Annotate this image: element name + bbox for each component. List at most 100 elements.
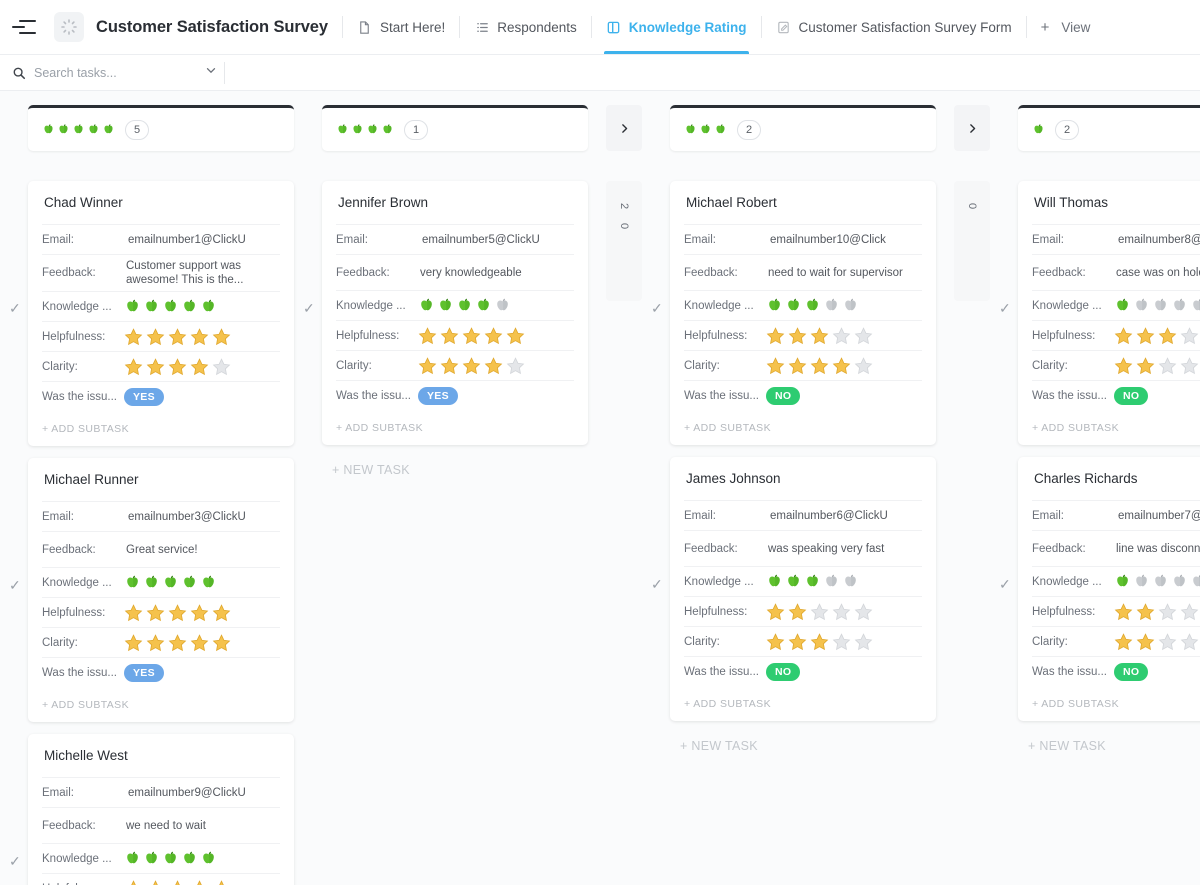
knowledge-rating[interactable] — [762, 573, 859, 590]
helpfulness-rating[interactable] — [120, 603, 232, 623]
task-complete-checkmark[interactable]: ✓ — [9, 301, 21, 315]
add-subtask-button[interactable]: + ADD SUBTASK — [42, 411, 280, 446]
add-subtask-button[interactable]: + ADD SUBTASK — [1032, 410, 1200, 445]
task-complete-checkmark[interactable]: ✓ — [9, 578, 21, 592]
knowledge-rating[interactable] — [762, 297, 859, 314]
new-task-button[interactable]: + NEW TASK — [1018, 733, 1200, 753]
task-complete-checkmark[interactable]: ✓ — [303, 301, 315, 315]
column-header[interactable]: 2 — [670, 105, 936, 151]
tab-respondents[interactable]: Respondents — [460, 0, 591, 54]
card-row-email[interactable]: Email:emailnumber3@ClickU — [42, 501, 280, 531]
card-row-issue-resolved[interactable]: Was the issu...YES — [336, 380, 574, 410]
task-card[interactable]: James JohnsonEmail:emailnumber6@ClickUFe… — [670, 457, 936, 721]
card-row-feedback[interactable]: Feedback:very knowledgeable — [336, 254, 574, 290]
card-row-email[interactable]: Email:emailnumber7@ClickU — [1032, 500, 1200, 530]
helpfulness-rating[interactable] — [120, 327, 232, 347]
card-row-issue-resolved[interactable]: Was the issu...NO — [1032, 656, 1200, 686]
card-row-email[interactable]: Email:emailnumber10@Click — [684, 224, 922, 254]
task-complete-checkmark[interactable]: ✓ — [651, 301, 663, 315]
task-complete-checkmark[interactable]: ✓ — [999, 301, 1011, 315]
knowledge-rating[interactable] — [120, 574, 217, 591]
card-row-helpfulness[interactable]: Helpfulness: — [42, 597, 280, 627]
knowledge-rating[interactable] — [1110, 573, 1200, 590]
clarity-rating[interactable] — [120, 633, 232, 653]
new-task-button[interactable]: + NEW TASK — [322, 457, 588, 477]
status-badge[interactable]: YES — [124, 664, 164, 682]
expand-column-button[interactable] — [606, 105, 642, 151]
card-row-issue-resolved[interactable]: Was the issu...NO — [684, 380, 922, 410]
task-complete-checkmark[interactable]: ✓ — [999, 577, 1011, 591]
task-card[interactable]: Michael RunnerEmail:emailnumber3@ClickUF… — [28, 458, 294, 722]
knowledge-rating[interactable] — [120, 850, 217, 867]
card-row-feedback[interactable]: Feedback:case was on hold — [1032, 254, 1200, 290]
status-badge[interactable]: YES — [124, 388, 164, 406]
add-subtask-button[interactable]: + ADD SUBTASK — [42, 687, 280, 722]
add-view-button[interactable]: + View — [1027, 0, 1105, 54]
collapsed-column-body[interactable]: 0 — [954, 181, 990, 301]
expand-column-button[interactable] — [954, 105, 990, 151]
card-row-feedback[interactable]: Feedback:we need to wait — [42, 807, 280, 843]
card-row-feedback[interactable]: Feedback:Great service! — [42, 531, 280, 567]
card-row-feedback[interactable]: Feedback:need to wait for supervisor — [684, 254, 922, 290]
card-row-knowledge[interactable]: Knowledge ... — [42, 567, 280, 597]
status-badge[interactable]: NO — [1114, 663, 1148, 681]
helpfulness-rating[interactable] — [414, 326, 526, 346]
card-row-email[interactable]: Email:emailnumber5@ClickU — [336, 224, 574, 254]
card-row-clarity[interactable]: Clarity: — [42, 351, 280, 381]
card-row-helpfulness[interactable]: Helpfulness: — [684, 320, 922, 350]
card-row-knowledge[interactable]: Knowledge ... — [1032, 566, 1200, 596]
helpfulness-rating[interactable] — [1110, 602, 1200, 622]
card-row-knowledge[interactable]: Knowledge ... — [42, 291, 280, 321]
task-card[interactable]: Charles RichardsEmail:emailnumber7@Click… — [1018, 457, 1200, 721]
task-card[interactable]: Will ThomasEmail:emailnumber8@ClickUFeed… — [1018, 181, 1200, 445]
status-badge[interactable]: NO — [1114, 387, 1148, 405]
clarity-rating[interactable] — [1110, 632, 1200, 652]
clarity-rating[interactable] — [762, 356, 874, 376]
card-row-helpfulness[interactable]: Helpfulness: — [42, 873, 280, 885]
clarity-rating[interactable] — [414, 356, 526, 376]
task-complete-checkmark[interactable]: ✓ — [9, 854, 21, 868]
clarity-rating[interactable] — [120, 357, 232, 377]
add-subtask-button[interactable]: + ADD SUBTASK — [684, 410, 922, 445]
tab-knowledge-rating[interactable]: Knowledge Rating — [592, 0, 761, 54]
card-row-helpfulness[interactable]: Helpfulness: — [42, 321, 280, 351]
hamburger-menu-icon[interactable] — [10, 10, 44, 44]
card-row-issue-resolved[interactable]: Was the issu...YES — [42, 381, 280, 411]
card-row-helpfulness[interactable]: Helpfulness: — [336, 320, 574, 350]
card-row-knowledge[interactable]: Knowledge ... — [1032, 290, 1200, 320]
knowledge-rating[interactable] — [414, 297, 511, 314]
card-row-clarity[interactable]: Clarity: — [684, 626, 922, 656]
card-row-email[interactable]: Email:emailnumber9@ClickU — [42, 777, 280, 807]
column-header[interactable]: 2 — [1018, 105, 1200, 151]
card-row-knowledge[interactable]: Knowledge ... — [336, 290, 574, 320]
card-row-issue-resolved[interactable]: Was the issu...NO — [1032, 380, 1200, 410]
clarity-rating[interactable] — [1110, 356, 1200, 376]
card-row-feedback[interactable]: Feedback:Customer support was awesome! T… — [42, 254, 280, 291]
clarity-rating[interactable] — [762, 632, 874, 652]
helpfulness-rating[interactable] — [120, 879, 232, 886]
card-row-knowledge[interactable]: Knowledge ... — [684, 290, 922, 320]
card-row-issue-resolved[interactable]: Was the issu...NO — [684, 656, 922, 686]
card-row-knowledge[interactable]: Knowledge ... — [684, 566, 922, 596]
task-card[interactable]: Jennifer BrownEmail:emailnumber5@ClickUF… — [322, 181, 588, 445]
helpfulness-rating[interactable] — [762, 602, 874, 622]
tab-start-here[interactable]: Start Here! — [343, 0, 459, 54]
new-task-button[interactable]: + NEW TASK — [670, 733, 936, 753]
collapsed-column-body[interactable]: 20 — [606, 181, 642, 301]
add-subtask-button[interactable]: + ADD SUBTASK — [336, 410, 574, 445]
search-box[interactable] — [12, 55, 224, 90]
card-row-helpfulness[interactable]: Helpfulness: — [684, 596, 922, 626]
task-card[interactable]: Chad WinnerEmail:emailnumber1@ClickUFeed… — [28, 181, 294, 446]
knowledge-rating[interactable] — [120, 298, 217, 315]
helpfulness-rating[interactable] — [1110, 326, 1200, 346]
task-card[interactable]: Michelle WestEmail:emailnumber9@ClickUFe… — [28, 734, 294, 885]
card-row-knowledge[interactable]: Knowledge ... — [42, 843, 280, 873]
chevron-down-icon[interactable] — [204, 63, 218, 82]
card-row-clarity[interactable]: Clarity: — [336, 350, 574, 380]
card-row-helpfulness[interactable]: Helpfulness: — [1032, 320, 1200, 350]
card-row-email[interactable]: Email:emailnumber1@ClickU — [42, 224, 280, 254]
status-badge[interactable]: NO — [766, 387, 800, 405]
card-row-helpfulness[interactable]: Helpfulness: — [1032, 596, 1200, 626]
card-row-clarity[interactable]: Clarity: — [1032, 350, 1200, 380]
column-header[interactable]: 1 — [322, 105, 588, 151]
